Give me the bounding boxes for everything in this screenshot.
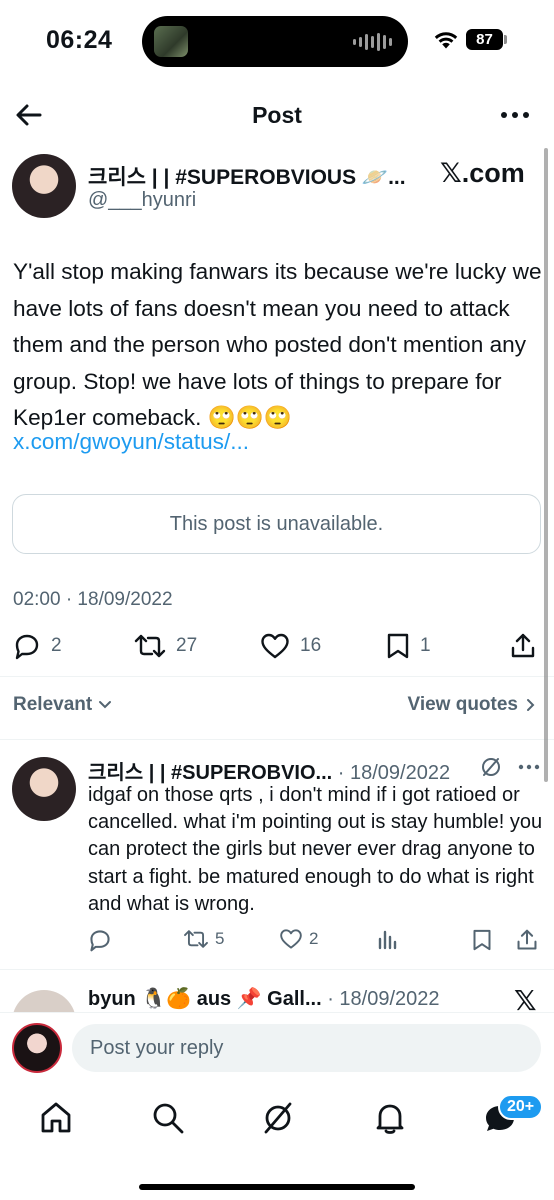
views-chart-icon (378, 930, 397, 950)
reply-share-action[interactable] (516, 928, 538, 952)
like-count: 16 (300, 635, 322, 656)
reply-date[interactable]: · 18/09/2022 (322, 988, 439, 1010)
chevron-right-icon (527, 699, 535, 711)
home-indicator[interactable] (139, 1184, 415, 1190)
more-options-icon[interactable] (518, 764, 540, 770)
post-body-text: Y'all stop making fanwars its because we… (13, 259, 542, 430)
reply-action[interactable]: 2 (13, 632, 62, 660)
heart-icon (280, 929, 302, 949)
reply-author-name[interactable]: 크리스 | | #SUPEROBVIO... (88, 762, 332, 784)
reply-repost-action[interactable]: 5 (183, 928, 224, 950)
heart-icon (261, 633, 289, 659)
reply-reply-action[interactable] (88, 928, 112, 952)
post-action-bar: 2 27 16 1 (0, 632, 554, 664)
reply-like-count: 2 (309, 929, 319, 948)
divider (0, 739, 554, 740)
messages-badge: 20+ (498, 1094, 544, 1120)
grok-icon[interactable] (260, 1100, 296, 1136)
sort-label: Relevant (13, 694, 93, 715)
dynamic-island[interactable] (142, 16, 408, 67)
wifi-icon (434, 32, 458, 49)
reply-header: byun 🐧🍊 aus 📌 Gall... · 18/09/2022 (88, 986, 440, 1011)
like-action[interactable]: 16 (260, 632, 321, 660)
reply-date[interactable]: · 18/09/2022 (332, 762, 450, 784)
reply-like-action[interactable]: 2 (279, 928, 318, 950)
repost-icon (134, 634, 166, 658)
reply-header: 크리스 | | #SUPEROBVIO... · 18/09/2022 (88, 756, 450, 785)
share-action[interactable] (510, 632, 536, 660)
page-title: Post (252, 102, 302, 128)
bottom-tab-bar (0, 1084, 554, 1200)
repost-action[interactable]: 27 (134, 632, 197, 660)
my-avatar[interactable] (12, 1023, 62, 1073)
reply-composer (0, 1012, 554, 1084)
now-playing-thumbnail (154, 26, 188, 57)
repost-count: 27 (176, 635, 198, 656)
status-bar: 06:24 87 (0, 0, 554, 84)
top-navigation: Post (0, 92, 554, 138)
reply-bookmark-action[interactable] (472, 928, 492, 952)
author-handle[interactable]: @___hyunri (88, 189, 196, 212)
bookmark-count: 1 (420, 635, 431, 656)
grok-icon[interactable] (480, 756, 502, 778)
bookmark-icon (473, 929, 491, 951)
chevron-down-icon (99, 701, 112, 709)
search-icon[interactable] (150, 1100, 186, 1136)
audio-wave-icon (353, 33, 392, 51)
post-timestamp[interactable]: 02:00 · 18/09/2022 (13, 589, 173, 611)
author-avatar[interactable] (12, 154, 76, 218)
reply-author-name[interactable]: byun 🐧🍊 aus 📌 Gall... (88, 988, 322, 1010)
share-icon (517, 929, 537, 950)
x-logo-watermark: 𝕏.com (440, 158, 525, 188)
scrollbar[interactable] (544, 148, 548, 782)
repost-icon (184, 930, 208, 948)
quoted-post-unavailable: This post is unavailable. (12, 494, 541, 554)
divider (0, 969, 554, 970)
reply-icon (90, 930, 110, 952)
reply-count: 2 (51, 635, 62, 656)
more-options-icon[interactable] (500, 110, 530, 120)
view-quotes-label: View quotes (407, 694, 518, 715)
notifications-bell-icon[interactable] (372, 1100, 408, 1136)
battery-tip (504, 35, 507, 44)
reply-action-bar: 5 2 (0, 928, 554, 954)
reply-author-avatar[interactable] (12, 757, 76, 821)
bookmark-action[interactable]: 1 (386, 632, 431, 660)
reply-input[interactable] (72, 1024, 541, 1072)
reply-repost-count: 5 (215, 929, 225, 948)
sort-relevant-dropdown[interactable]: Relevant (13, 694, 112, 716)
bookmark-icon (387, 633, 409, 659)
post-link[interactable]: x.com/gwoyun/status/... (13, 429, 249, 455)
reply-body-text: idgaf on those qrts , i don't mind if i … (88, 784, 543, 915)
home-icon[interactable] (38, 1100, 74, 1136)
reply-header-icons (480, 756, 540, 778)
status-time: 06:24 (46, 26, 113, 54)
divider (0, 676, 554, 677)
author-name[interactable]: 크리스 | | #SUPEROBVIOUS 🪐... (88, 161, 406, 191)
reply-views-action[interactable] (377, 928, 397, 950)
share-icon (511, 633, 535, 658)
view-quotes-link[interactable]: View quotes (407, 694, 536, 716)
reply-icon (15, 634, 39, 660)
battery-indicator: 87 (466, 29, 503, 50)
